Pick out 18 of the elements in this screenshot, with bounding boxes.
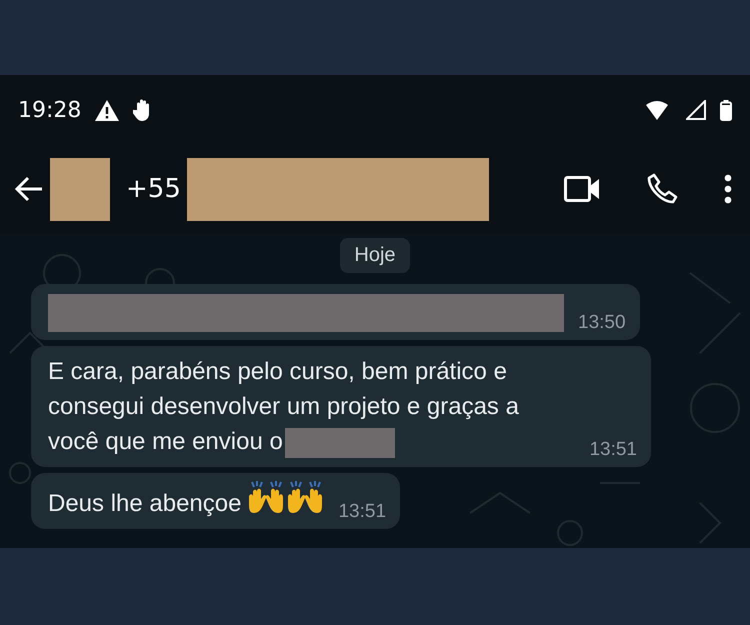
message-text: Deus lhe abençoe: [48, 490, 242, 517]
more-options-icon[interactable]: [724, 174, 732, 204]
raising-hands-icon: [247, 481, 286, 515]
battery-icon: [720, 100, 732, 120]
video-call-icon[interactable]: [564, 176, 600, 202]
date-chip: Hoje: [340, 238, 410, 273]
status-time: 19:28: [18, 98, 82, 122]
message-text: E cara, parabéns pelo curso, bem prático e consegui desenvolver um projeto e graças a você que me enviou o: [48, 358, 519, 455]
message-time: 13:51: [589, 439, 637, 461]
phone-number: +55: [126, 174, 181, 204]
phone-call-icon[interactable]: [646, 173, 678, 205]
message-time: 13:51: [338, 501, 386, 523]
redaction-block: [50, 158, 110, 220]
raising-hands-icon: [286, 481, 324, 515]
warning-icon: [95, 100, 120, 120]
back-arrow-icon[interactable]: [14, 176, 44, 202]
message-time: 13:50: [578, 312, 626, 334]
signal-icon: [686, 100, 706, 120]
